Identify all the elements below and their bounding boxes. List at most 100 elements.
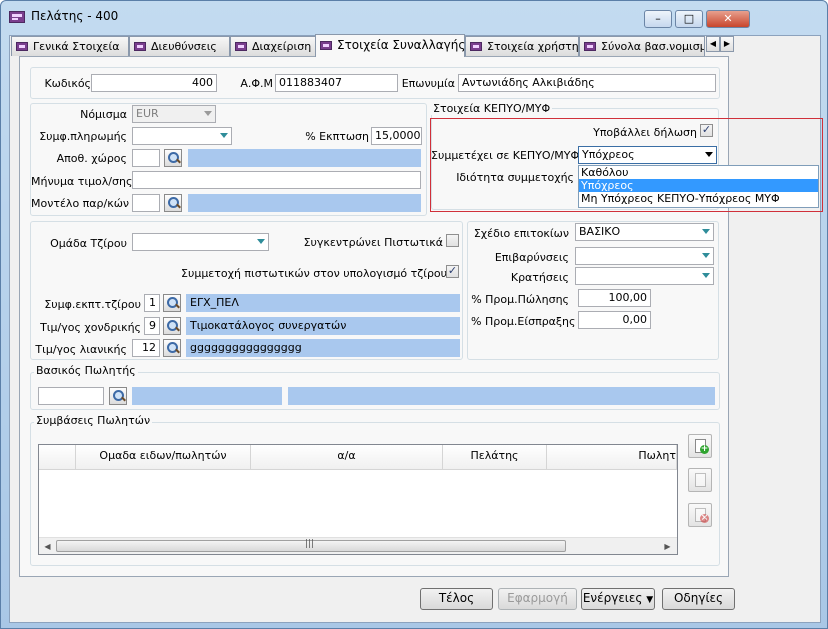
credits-turnover-label: Συμμετοχή πιστωτικών στον υπολογισμό τζί… <box>181 267 448 280</box>
turnover-discount-lookup-button[interactable] <box>163 294 181 312</box>
participates-select[interactable]: Υπόχρεος <box>578 146 717 164</box>
scroll-right-arrow-icon[interactable]: ▶ <box>659 539 676 554</box>
message-label: Μήνυμα τιμολ/σης <box>31 175 133 188</box>
grid-header-selector[interactable] <box>39 445 76 470</box>
grid-header-salesman[interactable]: Πωλητ <box>547 445 677 470</box>
retail-name: gggggggggggggggg <box>186 339 460 357</box>
model-code-field[interactable] <box>132 194 160 212</box>
deductions-select[interactable] <box>575 267 714 285</box>
add-row-button[interactable]: + <box>688 434 712 458</box>
customer-window: Πελάτης - 400 – □ ✕ Γενικά Στοιχεία Διευ… <box>0 0 828 629</box>
code-field[interactable]: 400 <box>91 74 217 92</box>
option-obliged[interactable]: Υπόχρεος <box>579 179 818 192</box>
chevron-down-icon <box>702 273 710 278</box>
salesman-code-field[interactable] <box>38 387 104 405</box>
chevron-down-icon <box>702 229 710 234</box>
warehouse-code-field[interactable] <box>132 149 160 167</box>
credits-turnover-checkbox[interactable]: ✓ <box>446 265 459 278</box>
help-button[interactable]: Οδηγίες <box>662 588 735 610</box>
chevron-down-icon: ▼ <box>646 595 654 605</box>
turnover-group-label: Ομάδα Τζίρου <box>50 237 127 250</box>
tab-user-fields[interactable]: Στοιχεία χρήστη <box>465 36 579 56</box>
wholesale-label: Τιμ/γος χονδρικής <box>40 321 141 334</box>
tab-scroll-left[interactable]: ◀ <box>706 36 720 52</box>
maximize-button[interactable]: □ <box>675 10 703 28</box>
retail-code[interactable]: 12 <box>132 339 160 357</box>
wholesale-name: Τιμοκατάλογος συνεργατών <box>186 317 460 335</box>
submits-declaration-label: Υποβάλλει δήλωση <box>593 126 697 139</box>
warehouse-lookup-button[interactable] <box>164 149 182 167</box>
kepyo-group-title: Στοιχεία ΚΕΠΥΟ/ΜΥΦ <box>431 102 553 115</box>
interest-plan-select[interactable]: ΒΑΣΙΚΟ <box>575 223 714 241</box>
charges-label: Επιβαρύνσεις <box>494 251 569 264</box>
model-label: Μοντέλο παρ/κών <box>31 197 130 210</box>
scroll-left-arrow-icon[interactable]: ◀ <box>39 539 56 554</box>
afm-label: Α.Φ.Μ <box>240 77 273 90</box>
apply-button[interactable]: Εφαρμογή <box>498 588 577 610</box>
delete-row-button[interactable]: × <box>688 503 712 527</box>
contracts-group-title: Συμβάσεις Πωλητών <box>34 414 153 427</box>
payment-select[interactable] <box>132 127 232 145</box>
sales-commission-label: % Προμ.Πώλησης <box>471 293 569 306</box>
participates-dropdown-list: Καθόλου Υπόχρεος Μη Υπόχρεος ΚΕΠΥΟ-Υπόχρ… <box>578 165 819 208</box>
tab-scroll-right[interactable]: ▶ <box>720 36 734 52</box>
actions-button[interactable]: Ενέργειες ▼ <box>581 588 655 610</box>
scroll-thumb[interactable]: ||| <box>56 539 566 552</box>
warehouse-label: Αποθ. χώρος <box>56 152 127 165</box>
submits-declaration-checkbox[interactable]: ✓ <box>700 124 713 137</box>
window-title: Πελάτης - 400 <box>31 9 119 23</box>
document-icon <box>695 473 706 487</box>
customer-icon <box>134 42 146 51</box>
customer-icon <box>584 42 596 51</box>
collection-commission-field[interactable]: 0,00 <box>578 311 651 329</box>
wholesale-lookup-button[interactable] <box>163 317 181 335</box>
tab-general[interactable]: Γενικά Στοιχεία <box>11 36 129 56</box>
edit-row-button[interactable] <box>688 468 712 492</box>
chevron-down-icon <box>220 133 228 138</box>
grid-header-aa[interactable]: α/α <box>251 445 443 470</box>
currency-label: Νόμισμα <box>80 108 127 121</box>
chevron-down-icon <box>204 111 212 116</box>
collection-commission-label: % Προμ.Είσπραξης <box>471 315 576 328</box>
customer-icon <box>470 42 482 51</box>
contracts-grid: Ομαδα ειδων/πωλητών α/α Πελάτης Πωλητ ◀ … <box>38 444 678 555</box>
tab-transaction-details[interactable]: Στοιχεία Συναλλαγής <box>315 34 465 57</box>
plus-icon: + <box>700 444 709 454</box>
capacity-label: Ιδιότητα συμμετοχής <box>456 171 574 184</box>
interest-plan-label: Σχέδιο επιτοκίων <box>473 227 569 240</box>
message-field[interactable] <box>132 171 421 189</box>
discount-label: % Εκπτωση <box>305 130 369 143</box>
turnover-discount-code[interactable]: 1 <box>144 294 160 312</box>
option-none[interactable]: Καθόλου <box>579 166 818 179</box>
tab-management[interactable]: Διαχείριση <box>230 36 316 56</box>
name-field[interactable]: Αντωνιάδης Αλκιβιάδης <box>458 74 716 92</box>
close-button[interactable]: ✕ <box>706 10 750 28</box>
turnover-discount-label: Συμφ.εκπτ.τζίρου <box>44 298 141 311</box>
turnover-group-select[interactable] <box>132 233 269 251</box>
delete-icon: × <box>700 513 709 523</box>
sales-commission-field[interactable]: 100,00 <box>578 289 651 307</box>
customer-icon <box>235 42 247 51</box>
currency-select[interactable]: EUR <box>132 105 216 123</box>
minimize-button[interactable]: – <box>644 10 672 28</box>
model-lookup-button[interactable] <box>164 194 182 212</box>
chevron-down-icon <box>702 253 710 258</box>
discount-field[interactable]: 15,0000 <box>371 127 422 145</box>
title-bar[interactable]: Πελάτης - 400 – □ ✕ <box>1 1 827 31</box>
afm-field[interactable]: 011883407 <box>275 74 398 92</box>
chevron-down-icon <box>705 152 713 157</box>
option-not-obliged-kepyo-obliged-myf[interactable]: Μη Υπόχρεος ΚΕΠΥΟ-Υπόχρεος ΜΥΦ <box>579 192 818 205</box>
salesman-lookup-button[interactable] <box>109 387 127 405</box>
tab-base-currency-totals[interactable]: Σύνολα βασ.νομισμ <box>579 36 705 56</box>
customer-icon <box>16 42 28 51</box>
charges-select[interactable] <box>575 247 714 265</box>
retail-lookup-button[interactable] <box>163 339 181 357</box>
wholesale-code[interactable]: 9 <box>144 317 160 335</box>
grid-header-customer[interactable]: Πελάτης <box>443 445 547 470</box>
collects-credits-checkbox[interactable] <box>446 234 459 247</box>
grid-header-item-group[interactable]: Ομαδα ειδων/πωλητών <box>76 445 251 470</box>
tab-strip: Γενικά Στοιχεία Διευθύνσεις Διαχείριση Σ… <box>11 34 735 57</box>
grid-horizontal-scrollbar[interactable]: ◀ ||| ▶ <box>39 537 677 554</box>
tab-addresses[interactable]: Διευθύνσεις <box>129 36 230 56</box>
ok-button[interactable]: Τέλος <box>420 588 493 610</box>
